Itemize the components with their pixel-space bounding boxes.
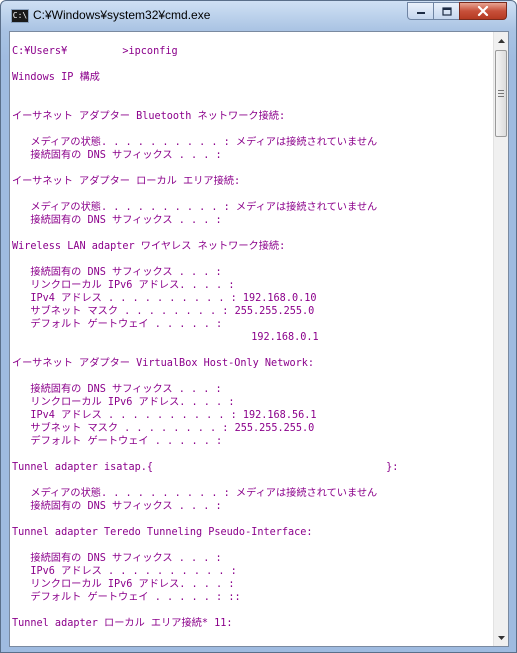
console-line: 192.168.0.1 (12, 332, 319, 343)
console-line: リンクローカル IPv6 アドレス. . . . : (12, 579, 235, 590)
scroll-down-arrow-icon (498, 635, 505, 640)
vertical-scrollbar[interactable] (493, 32, 508, 646)
close-icon (477, 6, 489, 16)
console-line: Tunnel adapter Teredo Tunneling Pseudo-I… (12, 527, 313, 538)
close-button[interactable] (459, 2, 507, 20)
cmd-window: C:\ C:¥Windows¥system32¥cmd.exe C:¥Users… (0, 0, 517, 653)
console-line: デフォルト ゲートウェイ . . . . . : (12, 319, 223, 330)
title-bar[interactable]: C:\ C:¥Windows¥system32¥cmd.exe (1, 1, 516, 31)
console-line: イーサネット アダプター Bluetooth ネットワーク接続: (12, 111, 286, 122)
console-line: Wireless LAN adapter ワイヤレス ネットワーク接続: (12, 241, 286, 252)
scroll-up-arrow-icon (498, 38, 505, 43)
console-line: メディアの状態. . . . . . . . . . : メディアは接続されてい… (12, 488, 378, 499)
console-line: サブネット マスク . . . . . . . . : 255.255.255.… (12, 306, 315, 317)
console-line: イーサネット アダプター VirtualBox Host-Only Networ… (12, 358, 314, 369)
console-text: C:¥Users¥ >ipconfig Windows IP 構成 イーサネット… (10, 32, 493, 643)
minimize-icon (416, 12, 425, 14)
console-line: 接続固有の DNS サフィックス . . . : (12, 267, 222, 278)
console-line: IPv4 アドレス . . . . . . . . . . : 192.168.… (12, 410, 317, 421)
console-line: デフォルト ゲートウェイ . . . . . : (12, 436, 223, 447)
console-line: Tunnel adapter ローカル エリア接続* 11: (12, 618, 233, 629)
console-line: メディアの状態. . . . . . . . . . : メディアは接続されてい… (12, 137, 378, 148)
console-line: 接続固有の DNS サフィックス . . . : (12, 384, 222, 395)
console-line: C:¥Users¥ >ipconfig (12, 46, 178, 57)
console-line: サブネット マスク . . . . . . . . : 255.255.255.… (12, 423, 315, 434)
window-title: C:¥Windows¥system32¥cmd.exe (33, 8, 211, 22)
grip-icon (498, 90, 504, 97)
console-line: リンクローカル IPv6 アドレス. . . . : (12, 397, 235, 408)
maximize-icon (441, 6, 452, 16)
console-line: 接続固有の DNS サフィックス . . . : (12, 501, 222, 512)
console-area: C:¥Users¥ >ipconfig Windows IP 構成 イーサネット… (9, 31, 509, 647)
console-line: IPv4 アドレス . . . . . . . . . . : 192.168.… (12, 293, 317, 304)
scroll-up-button[interactable] (494, 32, 508, 49)
console-line: イーサネット アダプター ローカル エリア接続: (12, 176, 241, 187)
scroll-down-button[interactable] (494, 629, 508, 646)
console-line: IPv6 アドレス . . . . . . . . . . : (12, 566, 237, 577)
scroll-thumb[interactable] (495, 50, 507, 137)
console-line: メディアの状態. . . . . . . . . . : メディアは接続されてい… (12, 202, 378, 213)
console-line: 接続固有の DNS サフィックス . . . : (12, 553, 222, 564)
console-line: 接続固有の DNS サフィックス . . . : (12, 150, 222, 161)
console-line: 接続固有の DNS サフィックス . . . : (12, 215, 222, 226)
command-prompt-icon[interactable]: C:\ (11, 9, 29, 23)
maximize-button[interactable] (433, 2, 460, 20)
minimize-button[interactable] (407, 2, 434, 20)
console-line: Tunnel adapter isatap.{ }: (12, 462, 399, 473)
console-output[interactable]: C:¥Users¥ >ipconfig Windows IP 構成 イーサネット… (10, 32, 493, 646)
console-line: リンクローカル IPv6 アドレス. . . . : (12, 280, 235, 291)
console-line: デフォルト ゲートウェイ . . . . . : :: (12, 592, 241, 603)
console-line: Windows IP 構成 (12, 72, 100, 83)
